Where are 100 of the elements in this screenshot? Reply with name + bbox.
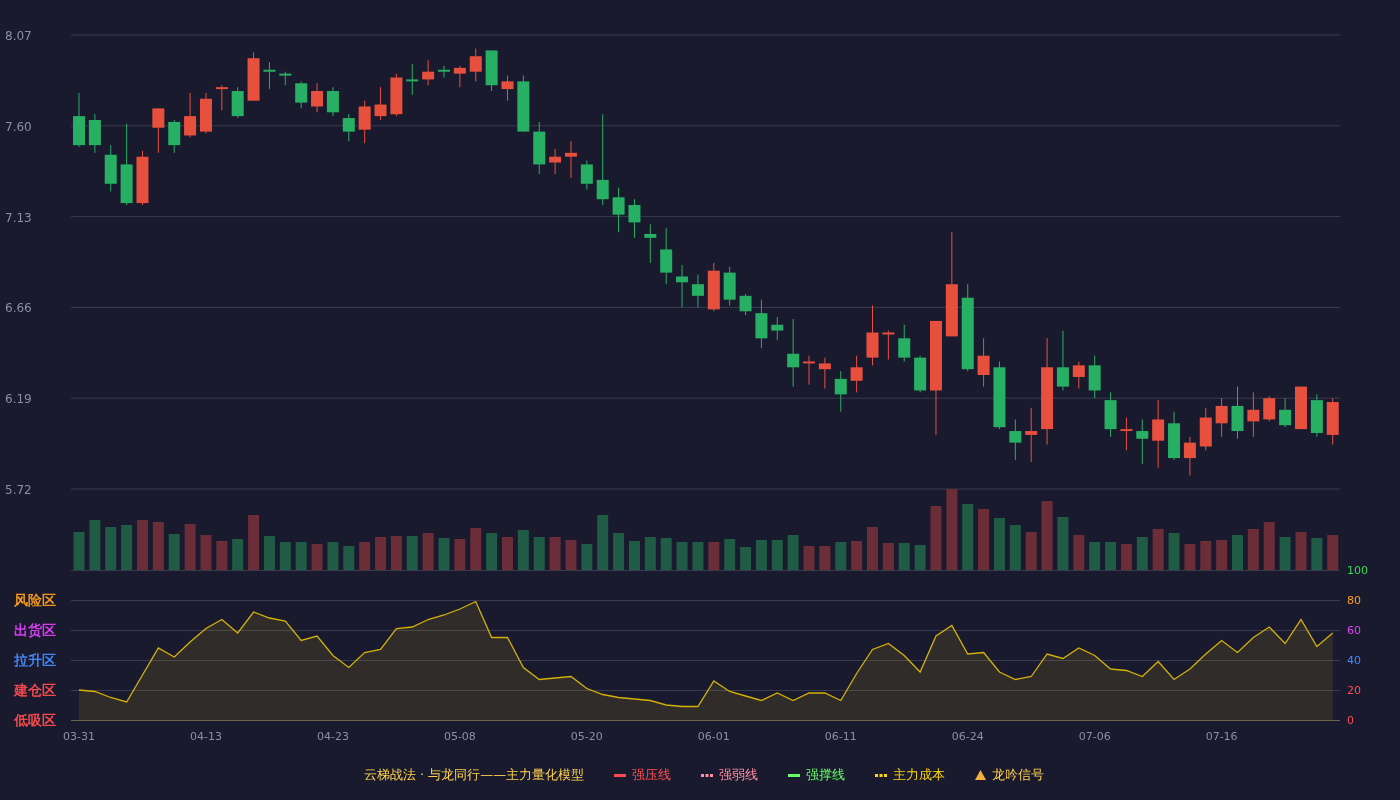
candlestick: [1215, 397, 1228, 438]
date-axis-label: 06-11: [824, 730, 857, 743]
candlestick: [231, 86, 244, 119]
candlestick: [215, 84, 228, 111]
legend-label[interactable]: 龙吟信号: [992, 766, 1045, 784]
candlestick: [1136, 418, 1149, 465]
candlestick: [501, 75, 514, 102]
date-axis-label: 06-01: [697, 730, 730, 743]
candlestick: [803, 355, 815, 386]
price-axis-label: 7.60: [5, 119, 32, 134]
candlestick: [644, 223, 657, 264]
candlestick: [1088, 355, 1101, 399]
candlestick: [1009, 418, 1022, 461]
candlestick: [422, 59, 435, 86]
candlestick: [660, 227, 673, 285]
legend-label[interactable]: 强弱线: [719, 766, 759, 784]
indicator-axis-label: 80: [1347, 594, 1361, 607]
price-axis-label: 8.07: [5, 29, 32, 43]
candlestick: [485, 49, 498, 92]
date-axis-label: 07-06: [1078, 730, 1111, 743]
indicator-axis-label: 0: [1347, 714, 1354, 727]
candlestick: [612, 187, 625, 233]
candlestick: [818, 357, 831, 390]
candlestick: [342, 113, 355, 142]
candlestick: [517, 75, 530, 133]
zone-label: 出货区: [14, 622, 56, 638]
zone-label: 拉升区: [14, 652, 56, 668]
candlestick: [1183, 436, 1196, 476]
candlestick: [549, 148, 562, 175]
indicator-axis-label: 100: [1347, 564, 1368, 577]
candlestick: [136, 150, 149, 206]
candlestick: [850, 355, 863, 393]
candlestick: [1247, 391, 1260, 438]
candlestick: [1152, 399, 1165, 469]
candlestick: [73, 92, 85, 148]
date-axis-label: 03-31: [63, 730, 95, 743]
candlestick: [580, 160, 593, 191]
indicator-axis-label: 40: [1347, 654, 1361, 667]
candlestick: [1120, 417, 1133, 451]
candlestick: [1025, 407, 1038, 463]
candlestick: [326, 86, 339, 117]
zone-label: 低吸区: [14, 712, 56, 728]
candlestick: [628, 198, 641, 239]
candlestick: [390, 73, 403, 117]
candlestick: [882, 330, 895, 361]
candlestick: [914, 355, 927, 393]
candlestick: [691, 274, 704, 308]
candlestick: [469, 48, 482, 82]
candlestick: [564, 140, 577, 179]
zone-label: 风险区: [14, 592, 56, 608]
candlestick: [374, 86, 387, 121]
candlestick: [866, 304, 879, 366]
candlestick: [993, 361, 1006, 430]
candlestick: [184, 92, 197, 138]
legend-label[interactable]: 强撑线: [806, 766, 846, 784]
candlestick: [1072, 361, 1085, 390]
candlestick: [311, 82, 324, 113]
candlestick: [279, 71, 292, 86]
legend-label[interactable]: 主力成本: [893, 766, 946, 784]
date-axis-label: 06-24: [951, 730, 984, 743]
price-axis-label: 6.19: [5, 392, 32, 407]
candlestick: [152, 107, 165, 154]
legend-title: 云梯战法 · 与龙同行——主力量化模型: [363, 766, 585, 784]
candlestick: [438, 65, 450, 78]
candlestick: [104, 144, 117, 192]
candlestick: [707, 262, 720, 312]
candlestick: [1056, 330, 1069, 391]
candlestick: [295, 80, 308, 109]
candlestick: [1295, 386, 1307, 430]
price-axis-label: 5.72: [5, 483, 32, 497]
candlestick: [1326, 397, 1339, 446]
candlestick: [406, 63, 419, 96]
candlestick: [977, 337, 990, 388]
date-axis-label: 05-20: [570, 730, 603, 743]
legend-label[interactable]: 强压线: [632, 766, 672, 784]
candlestick: [533, 121, 546, 175]
candlestick: [676, 264, 689, 308]
candlestick: [723, 266, 736, 306]
candlestick: [263, 61, 276, 90]
candlestick: [1199, 407, 1212, 451]
candlestick: [199, 92, 212, 135]
candlestick: [358, 100, 371, 144]
zone-label: 建仓区: [14, 682, 56, 698]
candlestick: [88, 113, 101, 154]
candlestick: [1231, 386, 1244, 440]
candlestick: [453, 65, 466, 88]
date-axis-label: 04-13: [190, 730, 222, 743]
date-axis-label: 05-08: [443, 730, 476, 743]
candlestick: [247, 51, 260, 102]
price-axis-label: 6.66: [5, 301, 32, 316]
candlestick: [834, 370, 847, 413]
candlestick: [1168, 411, 1181, 461]
candlestick: [1263, 395, 1276, 422]
date-axis-label: 04-23: [316, 730, 349, 743]
candlestick: [771, 316, 784, 341]
indicator-axis-label: 60: [1347, 624, 1361, 637]
price-axis-label: 7.13: [5, 210, 32, 225]
candlestick: [787, 318, 800, 388]
candlestick: [1104, 391, 1117, 438]
indicator-axis-label: 20: [1347, 684, 1361, 697]
